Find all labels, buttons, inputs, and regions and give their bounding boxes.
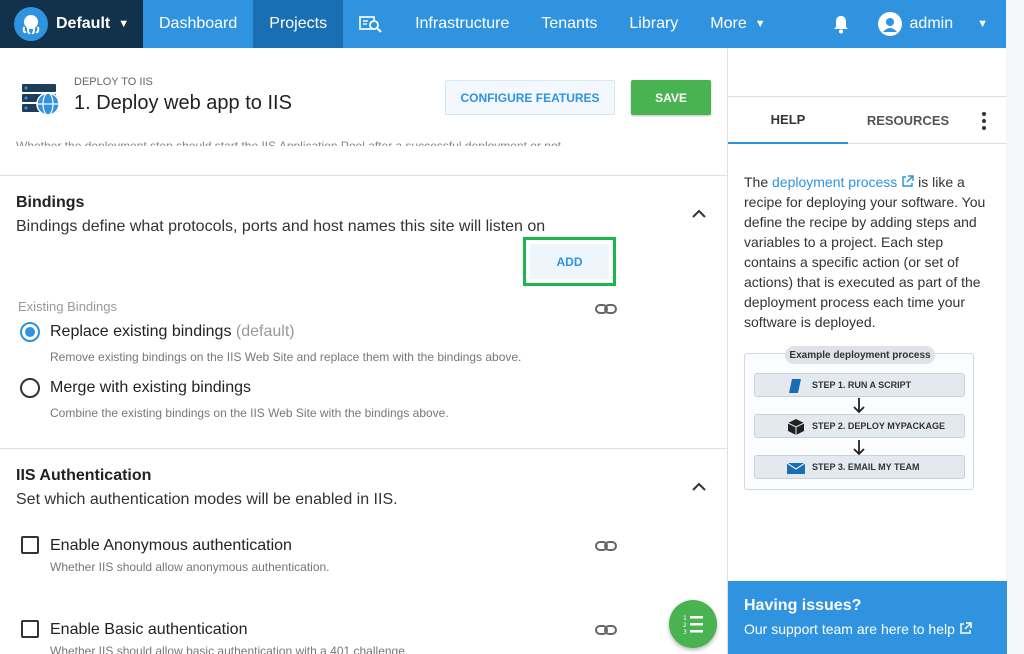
email-icon [787, 462, 805, 474]
support-banner: Having issues? Our support team are here… [728, 581, 1007, 654]
merge-bindings-hint: Combine the existing bindings on the IIS… [50, 406, 449, 420]
script-icon [789, 379, 801, 393]
nav-more[interactable]: More ▼ [694, 0, 781, 48]
external-link-icon [960, 622, 972, 634]
diagram-step-label: STEP 1. RUN A SCRIPT [812, 380, 912, 390]
link-icon[interactable] [595, 539, 617, 551]
existing-bindings-label: Existing Bindings [18, 299, 117, 314]
save-button[interactable]: SAVE [631, 80, 711, 115]
add-binding-button[interactable]: ADD [523, 237, 616, 286]
help-text: The deployment process is like a recipe … [744, 172, 994, 332]
help-text-intro: The [744, 174, 773, 190]
default-tag: (default) [235, 323, 295, 340]
caret-down-icon: ▼ [118, 18, 130, 30]
svg-text:3: 3 [683, 629, 687, 635]
radio-replace-bindings[interactable] [20, 322, 40, 342]
collapse-chevron-up-icon[interactable] [688, 479, 710, 495]
collapse-chevron-up-icon[interactable] [688, 206, 710, 222]
step-header: DEPLOY TO IIS 1. Deploy web app to IIS C… [0, 48, 727, 136]
iis-server-globe-icon [20, 78, 62, 120]
space-name: Default [56, 15, 111, 32]
merge-bindings-label: Merge with existing bindings [50, 379, 251, 396]
svg-text:2: 2 [683, 622, 687, 629]
nav-projects[interactable]: Projects [253, 0, 344, 48]
iis-auth-section-description: Set which authentication modes will be e… [16, 491, 398, 508]
step-type-label: DEPLOY TO IIS [74, 76, 153, 88]
support-link[interactable]: Our support team are here to help [744, 621, 991, 637]
tab-help[interactable]: HELP [728, 97, 848, 144]
anonymous-auth-label: Enable Anonymous authentication [50, 537, 292, 554]
nav-more-label: More [710, 15, 747, 32]
step-editor: Whether the deployment step should start… [0, 48, 727, 654]
deployment-process-link[interactable]: deployment process [772, 174, 914, 190]
nav-infrastructure[interactable]: Infrastructure [399, 0, 525, 48]
step-list-fab-button[interactable]: 123 [669, 600, 717, 648]
replace-bindings-hint: Remove existing bindings on the IIS Web … [50, 350, 522, 364]
anonymous-auth-hint: Whether IIS should allow anonymous authe… [50, 560, 330, 574]
divider [0, 448, 727, 449]
top-navigation-bar: Default ▼ Dashboard Projects Infrastruct… [0, 0, 1006, 48]
nav-dashboard[interactable]: Dashboard [143, 0, 253, 48]
link-icon[interactable] [595, 623, 617, 635]
user-avatar-icon [877, 12, 902, 36]
diagram-step: STEP 3. EMAIL MY TEAM [754, 455, 965, 479]
bindings-section-title: Bindings [16, 194, 85, 211]
basic-auth-label: Enable Basic authentication [50, 621, 248, 638]
tab-resources[interactable]: RESOURCES [848, 97, 968, 144]
help-tabs: HELP RESOURCES [728, 96, 1007, 144]
diagram-step: STEP 1. RUN A SCRIPT [754, 373, 965, 397]
link-icon[interactable] [595, 302, 617, 314]
configure-features-button[interactable]: CONFIGURE FEATURES [445, 80, 615, 115]
help-text-body: is like a recipe for deploying your soft… [744, 174, 986, 330]
add-binding-label: ADD [530, 244, 609, 279]
diagram-title: Example deployment process [785, 346, 935, 364]
deployment-process-link-label: deployment process [772, 174, 898, 190]
checkbox-basic-auth[interactable] [21, 620, 39, 638]
user-name: admin [909, 15, 954, 32]
arrow-down-icon [852, 440, 866, 456]
basic-auth-hint: Whether IIS should allow basic authentic… [50, 644, 409, 654]
bindings-section-description: Bindings define what protocols, ports an… [16, 218, 546, 235]
arrow-down-icon [852, 398, 866, 414]
page-title: 1. Deploy web app to IIS [74, 92, 292, 114]
package-icon [787, 419, 805, 435]
divider [0, 175, 727, 176]
radio-merge-bindings[interactable] [20, 378, 40, 398]
help-sidebar: HELP RESOURCES The deployment process is… [727, 48, 1007, 654]
diagram-step: STEP 2. DEPLOY MYPACKAGE [754, 414, 965, 438]
caret-down-icon: ▼ [754, 18, 766, 30]
user-menu[interactable]: admin ▼ [868, 0, 1006, 48]
replace-bindings-label: Replace existing bindings (default) [50, 323, 295, 341]
octopus-logo-icon [14, 7, 48, 41]
svg-text:1: 1 [683, 615, 687, 622]
nav-search-icon[interactable] [343, 0, 399, 48]
nav-library[interactable]: Library [613, 0, 694, 48]
caret-down-icon: ▼ [977, 18, 988, 30]
issues-title: Having issues? [744, 597, 862, 614]
example-deployment-diagram: Example deployment process STEP 1. RUN A… [744, 346, 974, 490]
page-scrollbar[interactable] [1006, 0, 1024, 654]
checkbox-anonymous-auth[interactable] [21, 536, 39, 554]
list-icon: 123 [683, 615, 703, 635]
space-switcher[interactable]: Default ▼ [0, 0, 143, 48]
external-link-icon [902, 175, 914, 187]
replace-bindings-text: Replace existing bindings [50, 323, 232, 340]
nav-tenants[interactable]: Tenants [525, 0, 613, 48]
diagram-step-label: STEP 3. EMAIL MY TEAM [812, 462, 920, 472]
iis-auth-section-title: IIS Authentication [16, 467, 152, 484]
diagram-step-label: STEP 2. DEPLOY MYPACKAGE [812, 421, 946, 431]
notifications-bell-icon[interactable] [814, 0, 868, 48]
more-options-icon[interactable] [974, 111, 994, 131]
support-link-label: Our support team are here to help [744, 621, 955, 637]
